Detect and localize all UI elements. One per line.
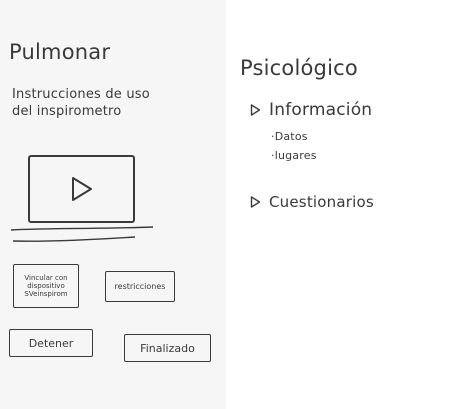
play-icon[interactable] (69, 175, 95, 203)
triangle-right-icon (250, 196, 261, 208)
video-progress-lines (10, 226, 154, 242)
menu-item-label: Cuestionarios (269, 193, 374, 211)
triangle-right-icon (250, 104, 261, 116)
instruction-video[interactable] (28, 155, 135, 223)
instructions-heading: Instrucciones de uso del inspirometro (12, 87, 150, 119)
subitem-datos[interactable]: ·Datos (271, 130, 308, 143)
detener-button[interactable]: Detener (9, 329, 93, 357)
restricciones-button[interactable]: restricciones (105, 271, 175, 302)
menu-item-label: Información (269, 100, 373, 120)
pulmonar-title: Pulmonar (9, 40, 111, 64)
psicologico-title: Psicológico (240, 56, 358, 80)
menu-item-cuestionarios[interactable]: Cuestionarios (250, 193, 374, 211)
menu-item-informacion[interactable]: Información (250, 100, 372, 120)
subitem-lugares[interactable]: ·lugares (271, 149, 317, 162)
finalizado-button[interactable]: Finalizado (124, 334, 211, 362)
vincular-dispositivo-button[interactable]: Vincular con dispositivo SVeinspirom (13, 264, 79, 308)
